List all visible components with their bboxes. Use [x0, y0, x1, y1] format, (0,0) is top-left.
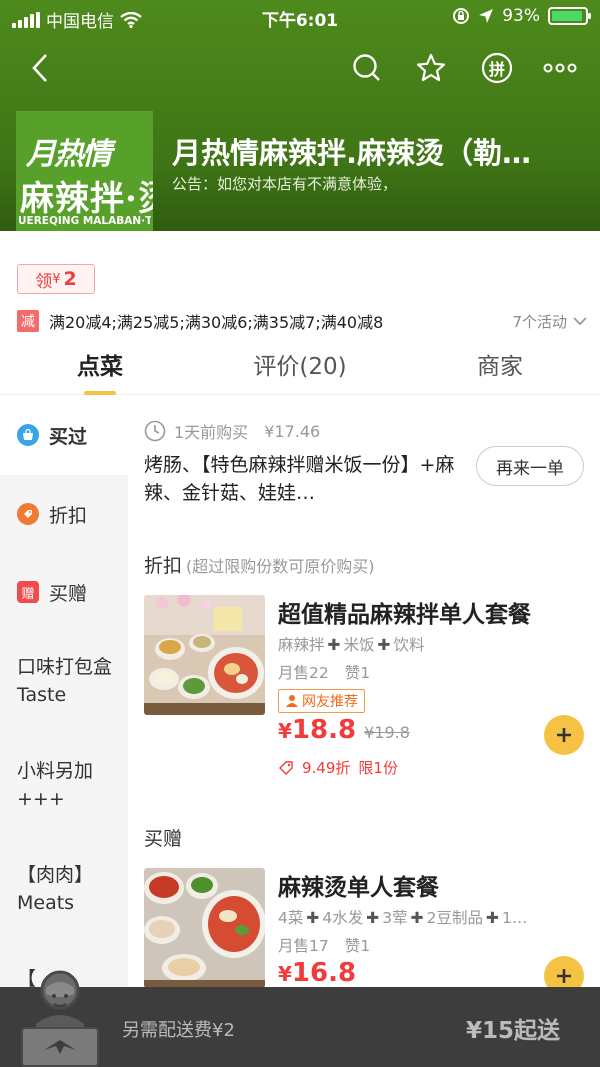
section-discount-title: 折扣 (超过限购份数可原价购买) — [144, 555, 375, 577]
coupon-button[interactable]: 领 ¥ 2 — [17, 264, 95, 294]
discount-tag-icon: 减 — [17, 310, 39, 332]
discount-info: 9.49折 限1份 — [278, 757, 398, 778]
battery-icon — [548, 7, 591, 25]
logo-text-pinyin: UEREQING MALABAN·TAN — [18, 215, 151, 227]
bag-icon — [17, 424, 39, 446]
sidebar-item-meats[interactable]: 【肉肉】Meats — [17, 861, 122, 917]
dish-image — [144, 868, 265, 988]
plus-icon — [557, 969, 571, 983]
plus-icon: ✚ — [410, 909, 424, 927]
dish-components: 麻辣拌 ✚ 米饭 ✚ 饮料 — [278, 636, 425, 654]
logo-text-sub: 麻辣拌·烫 — [20, 179, 153, 219]
more-button[interactable] — [540, 48, 580, 88]
group-order-label: 拼 — [488, 60, 505, 79]
rotation-lock-icon — [453, 8, 470, 24]
plus-icon: ✚ — [377, 636, 391, 654]
section-discount-subtitle: (超过限购份数可原价购买) — [186, 557, 375, 576]
dish-name: 麻辣烫单人套餐 — [278, 875, 439, 901]
location-arrow-icon — [479, 9, 494, 23]
dish-name: 超值精品麻辣拌单人套餐 — [278, 602, 531, 628]
logo-text-main: 月热情 — [26, 137, 112, 172]
dish-stats: 月售22 赞1 — [278, 661, 370, 683]
sidebar-item-gift[interactable]: 赠 买赠 — [0, 553, 128, 631]
sidebar-item-discount[interactable]: 折扣 — [0, 475, 128, 553]
plus-icon: ✚ — [327, 636, 341, 654]
discount-icon — [17, 503, 39, 525]
plus-icon: ✚ — [366, 909, 380, 927]
shop-name[interactable]: 月热情麻辣拌.麻辣烫（勒… — [172, 130, 582, 172]
dish-card[interactable]: 超值精品麻辣拌单人套餐 麻辣拌 ✚ 米饭 ✚ 饮料 月售22 赞1 网友推荐 ¥18.8 ¥… — [144, 595, 600, 785]
clock-icon — [144, 420, 166, 442]
sidebar-item-label: 买赠 — [49, 582, 88, 605]
tab-menu[interactable]: 点菜 — [0, 347, 200, 381]
monthly-sales: 月售17 — [278, 937, 329, 955]
tab-merchant[interactable]: 商家 — [400, 347, 600, 381]
shop-logo: 月热情 麻辣拌·烫 UEREQING MALABAN·TAN — [16, 111, 153, 247]
shop-info: 领 ¥ 2 减 满20减4;满25减5;满30减6;满35减7;满40减8 7个… — [0, 231, 600, 341]
promo-row[interactable]: 减 满20减4;满25减5;满30减6;满35减7;满40减8 7个活动 — [17, 309, 587, 333]
shop-notice[interactable]: 公告：如您对本店有不满意体验， — [172, 173, 397, 194]
dish-price: ¥16.8 — [278, 958, 357, 988]
bought-price: ¥17.46 — [264, 421, 321, 441]
favorite-button[interactable] — [411, 48, 451, 88]
sidebar-item-label: 折扣 — [49, 504, 88, 527]
reorder-button[interactable]: 再来一单 — [476, 446, 584, 486]
dish-stats: 月售17 赞1 — [278, 934, 370, 956]
monthly-sales: 月售22 — [278, 664, 329, 682]
add-to-cart-button[interactable] — [544, 715, 584, 755]
bought-time: 1天前购买 — [174, 423, 249, 442]
plus-icon — [557, 728, 571, 742]
promo-more-button[interactable]: 7个活动 — [512, 311, 587, 332]
plus-icon: ✚ — [486, 909, 499, 927]
delivery-fee: 另需配送费¥2 — [122, 1020, 235, 1041]
promo-text: 满20减4;满25减5;满30减6;满35减7;满40减8 — [49, 313, 384, 332]
coupon-amount: 2 — [63, 268, 77, 290]
min-order-label: ¥15起送 — [465, 1018, 560, 1044]
recommend-badge: 网友推荐 — [278, 689, 365, 713]
search-button[interactable] — [347, 48, 387, 88]
back-button[interactable] — [20, 48, 60, 88]
sidebar-item-extras[interactable]: 小料另加+++ — [17, 757, 122, 813]
section-gift-title: 买赠 — [144, 828, 183, 850]
gift-icon: 赠 — [17, 581, 39, 603]
menu-content: 1天前购买 ¥17.46 烤肠、【特色麻辣拌赠米饭一份】+麻辣、金针菇、娃娃… … — [128, 395, 600, 1067]
star-icon — [416, 53, 446, 82]
bought-description[interactable]: 烤肠、【特色麻辣拌赠米饭一份】+麻辣、金针菇、娃娃… — [144, 451, 459, 507]
tab-reviews[interactable]: 评价(20) — [200, 347, 400, 381]
coupon-currency: ¥ — [52, 271, 61, 287]
dish-image — [144, 595, 265, 715]
original-price: ¥19.8 — [364, 723, 410, 742]
dish-components: 4菜 ✚ 4水发 ✚ 3荤 ✚ 2豆制品 ✚ 1… — [278, 909, 528, 927]
likes-count: 赞1 — [344, 937, 371, 955]
person-icon — [286, 695, 298, 707]
chevron-left-icon — [32, 54, 47, 82]
tag-icon — [279, 760, 293, 775]
search-icon — [353, 54, 380, 81]
promo-count: 7个活动 — [512, 313, 567, 331]
group-order-button[interactable]: 拼 — [477, 48, 517, 88]
sidebar-item-label: 买过 — [49, 425, 88, 448]
sidebar-item-taste-box[interactable]: 口味打包盒Taste — [17, 653, 122, 709]
nav-bar: 拼 — [0, 44, 600, 92]
likes-count: 赞1 — [344, 664, 371, 682]
battery-percent: 93% — [502, 6, 540, 26]
cart-courier-icon[interactable] — [10, 966, 110, 1067]
plus-icon: ✚ — [306, 909, 320, 927]
status-bar: 中国电信 下午6:01 93% — [0, 0, 600, 34]
tab-bar: 点菜 评价(20) 商家 — [0, 341, 600, 395]
coupon-label: 领 — [35, 271, 53, 292]
chevron-down-icon — [573, 317, 587, 326]
sidebar-item-bought[interactable]: 买过 — [0, 395, 128, 475]
more-dots-icon — [543, 63, 577, 73]
bought-meta: 1天前购买 ¥17.46 — [144, 419, 320, 443]
dish-price: ¥18.8 ¥19.8 — [278, 715, 410, 745]
